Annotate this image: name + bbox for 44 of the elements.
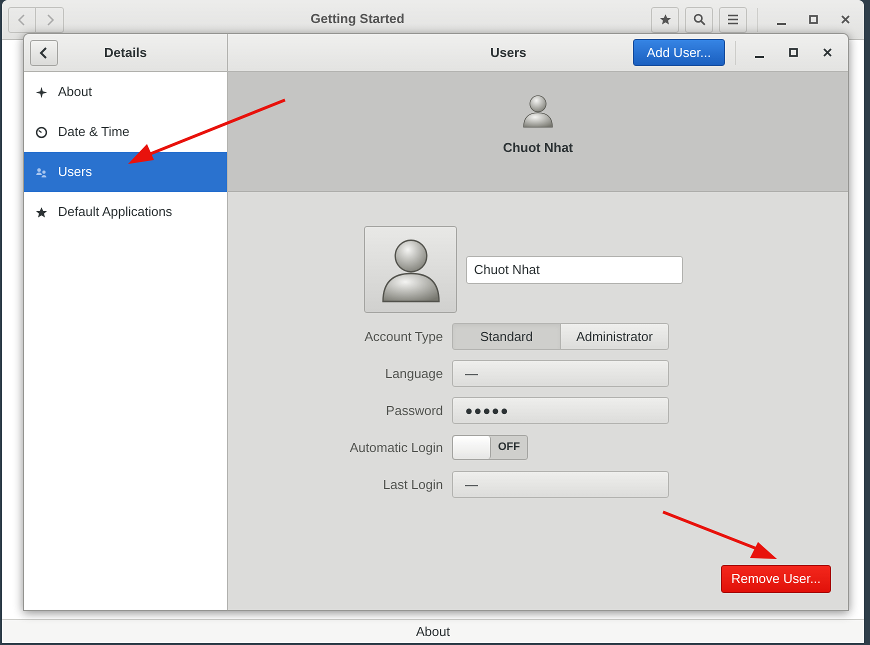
users-icon xyxy=(35,166,48,178)
sidebar-item[interactable]: Default Applications xyxy=(24,192,227,232)
star-icon xyxy=(658,13,672,26)
minimize-icon xyxy=(776,22,786,24)
footer-link[interactable]: About xyxy=(416,622,450,642)
value-button[interactable]: — xyxy=(452,471,669,498)
chevron-left-icon xyxy=(17,14,27,26)
chevron-left-icon xyxy=(39,46,49,58)
field-label: Last Login xyxy=(382,476,444,494)
value-button[interactable]: — xyxy=(452,360,669,387)
remove-user-button[interactable]: Remove User... xyxy=(721,565,831,593)
star-icon xyxy=(35,206,48,218)
sparkle-icon xyxy=(35,86,48,98)
sidebar-item[interactable]: Users xyxy=(24,152,227,192)
account-type-option[interactable]: Administrator xyxy=(561,323,669,350)
field-label: Automatic Login xyxy=(348,438,444,457)
bookmark-button[interactable] xyxy=(651,6,679,32)
back-button[interactable] xyxy=(30,40,58,66)
sidebar-item[interactable]: Date & Time xyxy=(24,112,227,152)
minimize-icon xyxy=(754,56,764,58)
clock-icon xyxy=(35,126,48,138)
dialog-title: Users xyxy=(489,44,528,62)
sidebar-item[interactable]: About xyxy=(24,72,227,112)
chevron-right-icon xyxy=(44,14,54,26)
close-icon xyxy=(840,15,850,24)
maximize-icon xyxy=(808,15,818,24)
name-field[interactable]: Chuot Nhat xyxy=(466,256,683,284)
field-label: Password xyxy=(384,402,444,420)
automatic-login-switch[interactable]: OFF xyxy=(452,435,528,460)
account-type-option[interactable]: Standard xyxy=(452,323,561,350)
sidebar-title: Details xyxy=(103,44,148,62)
avatar-button[interactable] xyxy=(364,226,457,313)
search-icon xyxy=(692,13,706,26)
field-label: Account Type xyxy=(363,328,444,346)
password-button[interactable]: ●●●●● xyxy=(452,397,669,424)
menu-icon xyxy=(727,14,739,25)
maximize-icon xyxy=(788,48,798,57)
field-label: Language xyxy=(384,364,444,383)
add-user-button[interactable]: Add User... xyxy=(632,39,725,66)
window-title: Getting Started xyxy=(310,11,404,27)
search-button[interactable] xyxy=(685,6,713,32)
user-name: Chuot Nhat xyxy=(502,139,574,157)
menu-button[interactable] xyxy=(719,6,747,32)
close-icon xyxy=(822,48,832,57)
